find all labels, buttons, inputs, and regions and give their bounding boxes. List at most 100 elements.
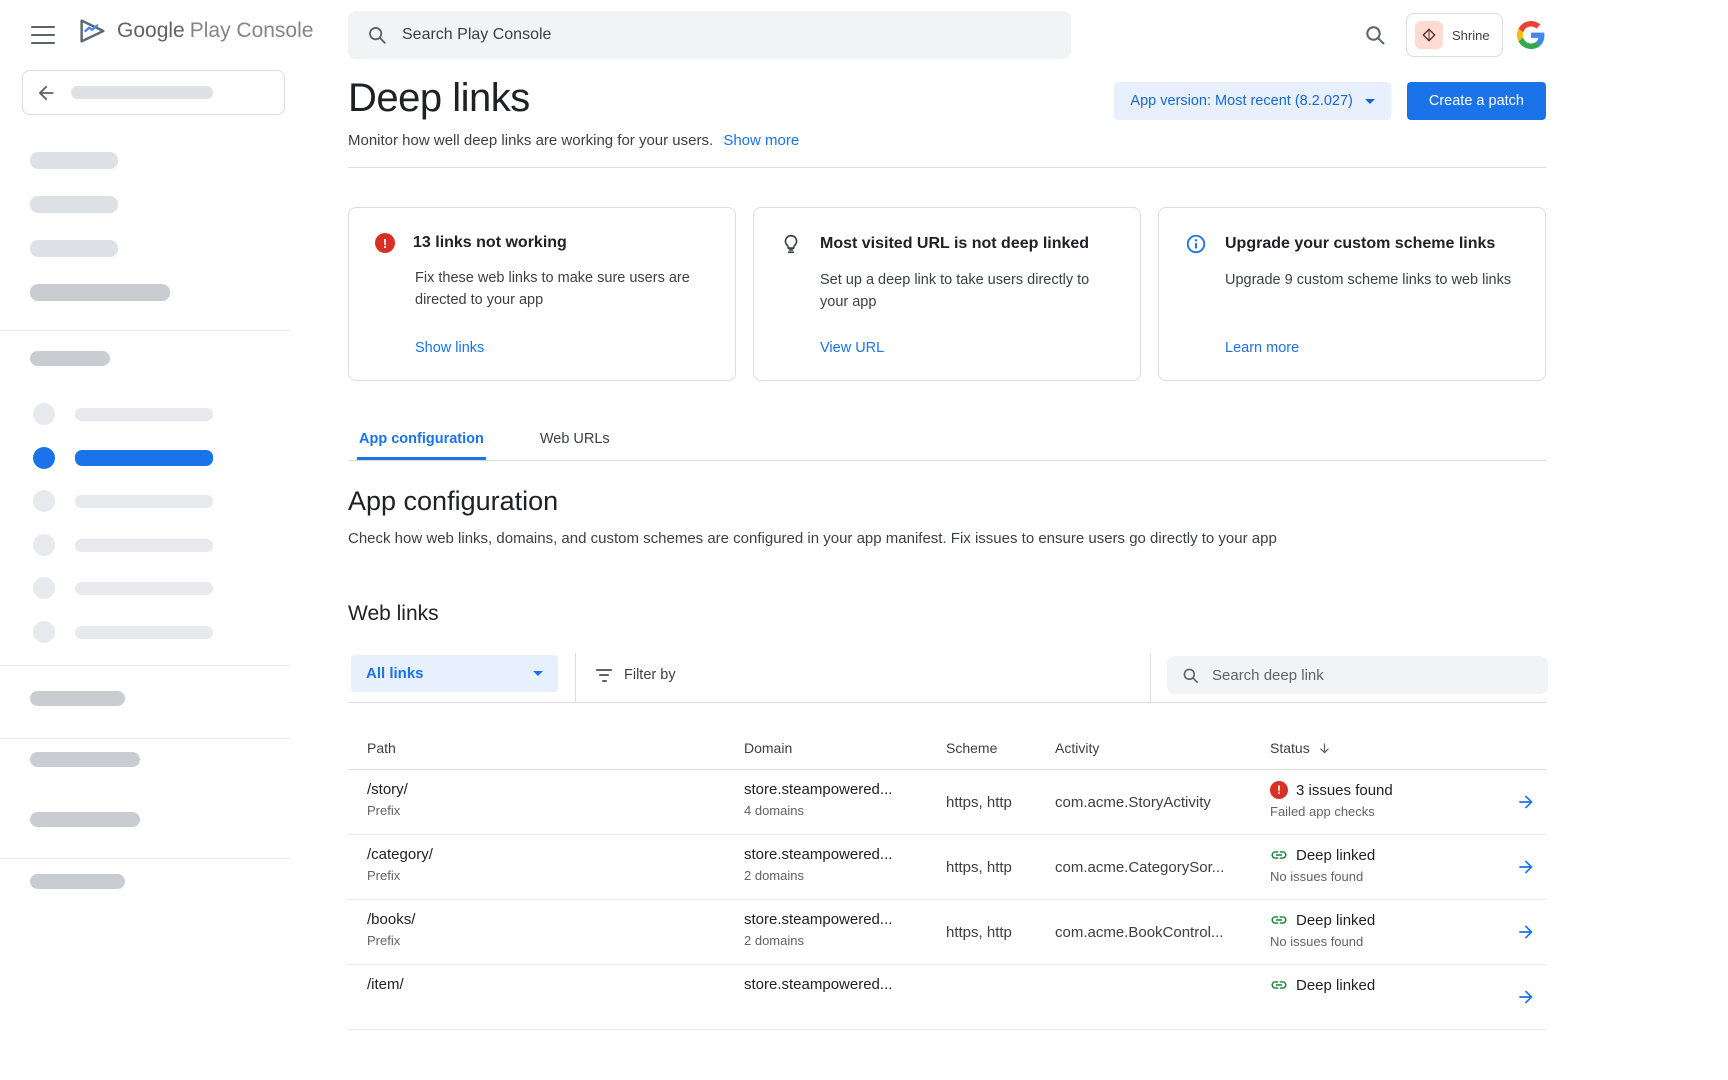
domain-count: 2 domains <box>744 933 946 948</box>
chevron-down-icon <box>1365 99 1375 104</box>
path-value: /books/ <box>367 911 744 928</box>
subtitle-text: Monitor how well deep links are working … <box>348 132 713 149</box>
card-most-visited-url: Most visited URL is not deep linked Set … <box>753 207 1141 381</box>
play-console-icon <box>75 16 109 46</box>
row-detail-arrow-button[interactable] <box>1512 853 1540 881</box>
filter-bar: All links Filter by <box>348 653 1546 703</box>
hamburger-menu-button[interactable] <box>30 24 56 46</box>
status-value: Deep linked <box>1296 977 1375 994</box>
header-divider <box>348 167 1546 168</box>
skeleton-bar <box>75 450 213 466</box>
arrow-forward-icon <box>1516 987 1536 1007</box>
arrow-forward-icon <box>1516 857 1536 877</box>
nav-item-icon <box>33 447 55 469</box>
status-detail: Failed app checks <box>1270 804 1498 819</box>
link-icon <box>1270 976 1288 994</box>
skeleton-bar <box>71 86 213 99</box>
tab-app-configuration[interactable]: App configuration <box>357 421 486 460</box>
play-console-logo[interactable]: Google Play Console <box>75 16 313 46</box>
nav-item-icon <box>33 534 55 556</box>
table-row[interactable]: /item/ store.steampowered... Deep linked <box>348 965 1546 1030</box>
logo-text-google: Google <box>117 19 185 43</box>
app-version-label: App version: Most recent (8.2.027) <box>1130 93 1352 109</box>
nav-item-icon <box>33 403 55 425</box>
column-header-scheme[interactable]: Scheme <box>946 740 1055 756</box>
column-header-domain[interactable]: Domain <box>744 740 946 756</box>
global-search-input[interactable] <box>402 26 1053 44</box>
chevron-down-icon <box>533 671 543 676</box>
sidebar-back-box[interactable] <box>22 70 285 115</box>
deep-link-search-input[interactable] <box>1212 667 1534 684</box>
view-url-link[interactable]: View URL <box>820 340 884 356</box>
activity-value: com.acme.BookControl... <box>1055 900 1270 964</box>
column-header-status[interactable]: Status <box>1270 740 1498 756</box>
error-icon <box>375 233 395 253</box>
vertical-divider <box>1150 653 1151 703</box>
scheme-value: https, http <box>946 835 1055 899</box>
show-links-link[interactable]: Show links <box>415 340 484 356</box>
skeleton-bar <box>30 152 118 169</box>
scheme-value <box>946 965 1055 1029</box>
activity-value <box>1055 965 1270 1029</box>
page-header: Deep links Monitor how well deep links a… <box>348 76 1546 149</box>
activity-value: com.acme.CategorySor... <box>1055 835 1270 899</box>
skeleton-bar <box>75 408 213 421</box>
page-search-button[interactable] <box>1361 21 1389 49</box>
filter-by-button[interactable]: Filter by <box>596 653 676 697</box>
google-g-icon <box>1517 21 1545 49</box>
page-subtitle: Monitor how well deep links are working … <box>348 132 799 149</box>
table-row[interactable]: /books/ Prefix store.steampowered... 2 d… <box>348 900 1546 965</box>
table-row[interactable]: /story/ Prefix store.steampowered... 4 d… <box>348 770 1546 835</box>
account-avatar[interactable] <box>1516 20 1546 50</box>
path-value: /story/ <box>367 781 744 798</box>
skeleton-bar <box>75 626 213 639</box>
nav-item-icon <box>33 490 55 512</box>
path-type: Prefix <box>367 933 744 948</box>
domain-value: store.steampowered... <box>744 976 946 993</box>
deep-link-search-box[interactable] <box>1167 656 1548 694</box>
skeleton-bar <box>75 539 213 552</box>
scheme-value: https, http <box>946 900 1055 964</box>
sidebar-nav-item[interactable] <box>0 531 290 559</box>
card-title: 13 links not working <box>413 234 567 252</box>
column-header-path[interactable]: Path <box>348 740 744 756</box>
row-detail-arrow-button[interactable] <box>1512 918 1540 946</box>
sidebar-nav-item[interactable] <box>0 618 290 646</box>
main-content: Deep links Monitor how well deep links a… <box>348 70 1546 1030</box>
insight-cards: 13 links not working Fix these web links… <box>348 207 1546 381</box>
column-header-activity[interactable]: Activity <box>1055 740 1270 756</box>
learn-more-link[interactable]: Learn more <box>1225 340 1299 356</box>
show-more-link[interactable]: Show more <box>723 132 799 149</box>
tab-web-urls[interactable]: Web URLs <box>538 421 612 460</box>
app-switcher-chip[interactable]: Shrine <box>1406 13 1503 57</box>
global-search-box[interactable] <box>348 11 1071 59</box>
app-switcher-label: Shrine <box>1452 28 1490 43</box>
sidebar-nav-item[interactable] <box>0 400 290 428</box>
links-filter-dropdown[interactable]: All links <box>351 655 558 692</box>
path-type: Prefix <box>367 868 744 883</box>
info-icon <box>1185 233 1207 255</box>
path-type: Prefix <box>367 803 744 818</box>
sidebar-nav-item[interactable] <box>0 574 290 602</box>
skeleton-bar <box>30 351 110 366</box>
section-description: Check how web links, domains, and custom… <box>348 530 1546 547</box>
sidebar-nav-item[interactable] <box>0 487 290 515</box>
card-title: Most visited URL is not deep linked <box>820 235 1089 253</box>
app-version-dropdown[interactable]: App version: Most recent (8.2.027) <box>1114 82 1390 120</box>
sidebar-nav-item-active[interactable] <box>0 444 290 472</box>
path-value: /category/ <box>367 846 744 863</box>
row-detail-arrow-button[interactable] <box>1512 788 1540 816</box>
vertical-divider <box>575 653 576 703</box>
link-icon <box>1270 846 1288 864</box>
arrow-forward-icon <box>1516 922 1536 942</box>
create-patch-button[interactable]: Create a patch <box>1407 82 1546 120</box>
skeleton-bar <box>30 874 125 889</box>
card-upgrade-schemes: Upgrade your custom scheme links Upgrade… <box>1158 207 1546 381</box>
row-detail-arrow-button[interactable] <box>1512 983 1540 1011</box>
card-body: Set up a deep link to take users directl… <box>820 269 1114 314</box>
sidebar-divider <box>0 330 290 331</box>
domain-value: store.steampowered... <box>744 846 946 863</box>
skeleton-bar <box>30 812 140 827</box>
links-filter-value: All links <box>366 665 424 682</box>
table-row[interactable]: /category/ Prefix store.steampowered... … <box>348 835 1546 900</box>
